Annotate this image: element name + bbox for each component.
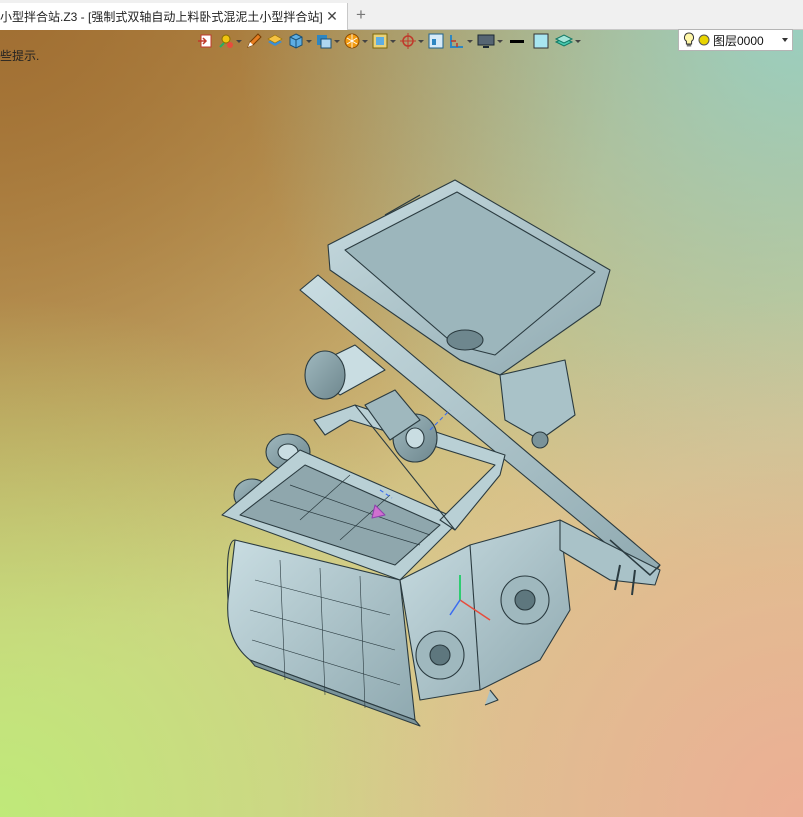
mixer-3d-model[interactable] [0,0,803,817]
